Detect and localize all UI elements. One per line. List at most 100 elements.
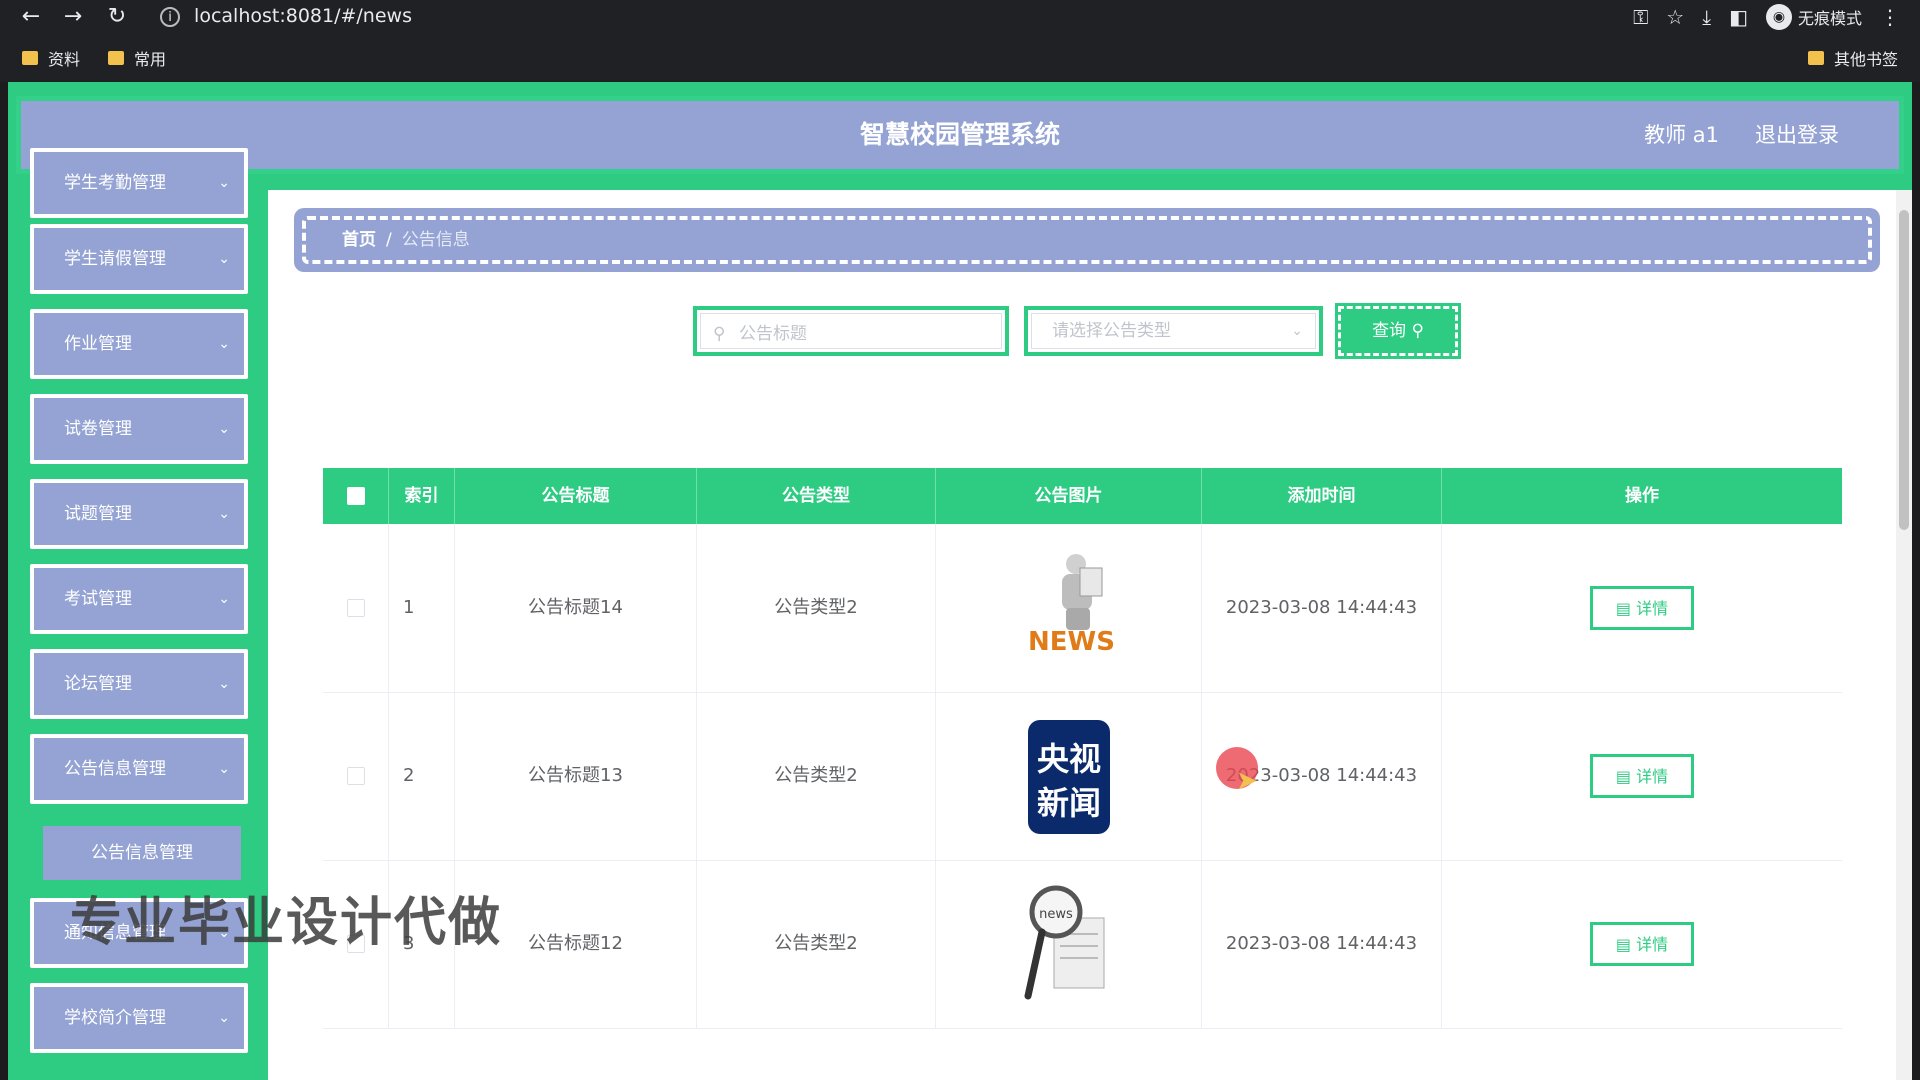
news-magnifier-image: news (1024, 885, 1105, 1000)
browser-actions: ⚿ ☆ ⤓ ◧ ◉ 无痕模式 ⋮ (1633, 2, 1900, 32)
sidebar-item-label: 学生请假管理 (64, 249, 166, 269)
bookmark-label: 资料 (48, 50, 81, 69)
detail-button[interactable]: ▤ 详情 (1590, 586, 1694, 630)
folder-icon (22, 51, 38, 65)
chevron-down-icon: ⌄ (218, 251, 230, 267)
cctv-news-logo: 央视 新闻 (1028, 720, 1110, 834)
document-icon: ▤ (1615, 935, 1631, 954)
column-header-image: 公告图片 (936, 468, 1202, 524)
row-image-cell: news (936, 860, 1202, 1028)
column-header-time: 添加时间 (1202, 468, 1442, 524)
select-all-cell (323, 468, 389, 524)
title-search-inner: ⚲ (700, 313, 1002, 349)
chevron-down-icon: ⌄ (1291, 323, 1303, 339)
incognito-badge[interactable]: ◉ 无痕模式 (1765, 4, 1862, 30)
detail-button[interactable]: ▤ 详情 (1590, 922, 1694, 966)
incognito-label: 无痕模式 (1797, 9, 1862, 28)
sidebar-item-label: 试题管理 (64, 504, 132, 524)
row-index: 1 (389, 524, 455, 692)
row-checkbox[interactable] (346, 767, 365, 785)
browser-toolbar: ← → ↻ i localhost:8081/#/news ⚿ ☆ ⤓ ◧ ◉ … (0, 0, 1920, 34)
chevron-down-icon: ⌄ (218, 421, 230, 437)
cursor-icon: ➤ (1236, 766, 1258, 796)
sidebar-item-questions[interactable]: 试题管理 ⌄ (30, 479, 248, 549)
site-info-icon[interactable]: i (160, 6, 180, 27)
sidebar-item-forum[interactable]: 论坛管理 ⌄ (30, 649, 248, 719)
row-image-cell: NEWS (936, 524, 1202, 692)
sidebar-item-school-intro[interactable]: 学校简介管理 ⌄ (30, 983, 248, 1053)
query-button[interactable]: 查询 ⚲ (1335, 303, 1461, 359)
sidebar-item-label: 考试管理 (64, 589, 132, 609)
url-text: localhost:8081/#/news (194, 5, 412, 27)
sidebar-item-homework[interactable]: 作业管理 ⌄ (30, 309, 248, 379)
chevron-down-icon: ⌄ (218, 175, 230, 191)
other-bookmarks[interactable]: 其他书签 (1808, 46, 1898, 70)
sidebar-item-label: 学校简介管理 (64, 1008, 166, 1028)
search-icon: ⚲ (713, 324, 726, 344)
browser-chrome: ← → ↻ i localhost:8081/#/news ⚿ ☆ ⤓ ◧ ◉ … (0, 0, 1920, 82)
main-content: 首页 / 公告信息 ⚲ 请选择公告类型 ⌄ 查询 ⚲ (268, 190, 1912, 1080)
row-time: 2023-03-08 14:44:43 (1202, 860, 1442, 1028)
sidebar-item-label: 学生考勤管理 (64, 173, 166, 193)
svg-text:NEWS: NEWS (1028, 627, 1114, 657)
bookmark-label: 其他书签 (1834, 50, 1899, 69)
column-header-actions: 操作 (1625, 486, 1659, 506)
chevron-down-icon: ⌄ (218, 336, 230, 352)
download-icon[interactable]: ⤓ (1702, 5, 1711, 29)
detail-button-label: 详情 (1636, 935, 1669, 954)
row-time: 2023-03-08 14:44:43 (1202, 524, 1442, 692)
table-header: 索引 公告标题 公告类型 公告图片 添加时间 操作 (323, 468, 1842, 524)
sidebar-item-papers[interactable]: 试卷管理 ⌄ (30, 394, 248, 464)
chevron-down-icon: ⌄ (218, 591, 230, 607)
table-row: 1 公告标题14 公告类型2 NEWS 2023-03-08 14:44:43 (323, 524, 1842, 693)
row-index: 2 (389, 692, 455, 860)
chevron-down-icon: ⌄ (218, 506, 230, 522)
reload-icon[interactable]: ↻ (102, 2, 132, 32)
title-search-box: ⚲ (693, 306, 1009, 356)
document-icon: ▤ (1615, 767, 1631, 786)
sidebar-item-label: 论坛管理 (64, 674, 132, 694)
incognito-icon: ◉ (1765, 4, 1792, 30)
row-image-cell: 央视 新闻 (936, 692, 1202, 860)
svg-text:news: news (1039, 907, 1073, 922)
star-icon[interactable]: ☆ (1666, 5, 1684, 29)
breadcrumb-text: 首页 / 公告信息 (342, 220, 470, 260)
column-header-type: 公告类型 (697, 468, 936, 524)
sidebar-item-exams[interactable]: 考试管理 ⌄ (30, 564, 248, 634)
address-bar[interactable]: i localhost:8081/#/news (148, 2, 1548, 30)
scrollbar-thumb[interactable] (1899, 210, 1909, 530)
row-checkbox[interactable] (346, 599, 365, 617)
sidebar-item-label: 公告信息管理 (64, 759, 166, 779)
news-reader-image: NEWS (1028, 554, 1114, 657)
column-header-title: 公告标题 (455, 468, 697, 524)
row-title: 公告标题13 (455, 692, 697, 860)
key-icon[interactable]: ⚿ (1633, 5, 1648, 29)
bookmark-folder-2[interactable]: 常用 (108, 46, 166, 70)
breadcrumb-home[interactable]: 首页 (342, 230, 376, 250)
breadcrumb: 首页 / 公告信息 (294, 208, 1880, 272)
forward-icon[interactable]: → (58, 2, 88, 32)
row-check-cell (323, 692, 389, 860)
back-icon[interactable]: ← (16, 2, 46, 32)
chevron-down-icon: ⌄ (218, 676, 230, 692)
select-all-checkbox[interactable] (346, 487, 365, 505)
type-select[interactable]: 请选择公告类型 ⌄ (1024, 306, 1323, 356)
cctv-logo-text-top: 央视 (1037, 740, 1101, 778)
more-menu-icon[interactable]: ⋮ (1880, 5, 1900, 29)
sidebar-item-attendance[interactable]: 学生考勤管理 ⌄ (30, 148, 248, 218)
submenu-item-announcements[interactable]: 公告信息管理 (43, 826, 241, 880)
app-header: 智慧校园管理系统 教师 a1 退出登录 (16, 96, 1904, 174)
sidebar-item-leave[interactable]: 学生请假管理 ⌄ (30, 224, 248, 294)
side-panel-icon[interactable]: ◧ (1729, 5, 1748, 29)
title-search-input[interactable] (737, 320, 1001, 348)
watermark-text: 专业毕业设计代做 (70, 893, 503, 953)
logout-link[interactable]: 退出登录 (1755, 101, 1839, 169)
sidebar-item-announcements[interactable]: 公告信息管理 ⌄ (30, 734, 248, 804)
sidebar-item-label: 试卷管理 (64, 419, 132, 439)
row-title: 公告标题14 (455, 524, 697, 692)
cctv-logo-text-bottom: 新闻 (1037, 784, 1101, 822)
detail-button[interactable]: ▤ 详情 (1590, 754, 1694, 798)
page-scrollbar[interactable] (1896, 190, 1912, 1080)
bookmark-folder-1[interactable]: 资料 (22, 46, 80, 70)
row-type: 公告类型2 (697, 524, 936, 692)
